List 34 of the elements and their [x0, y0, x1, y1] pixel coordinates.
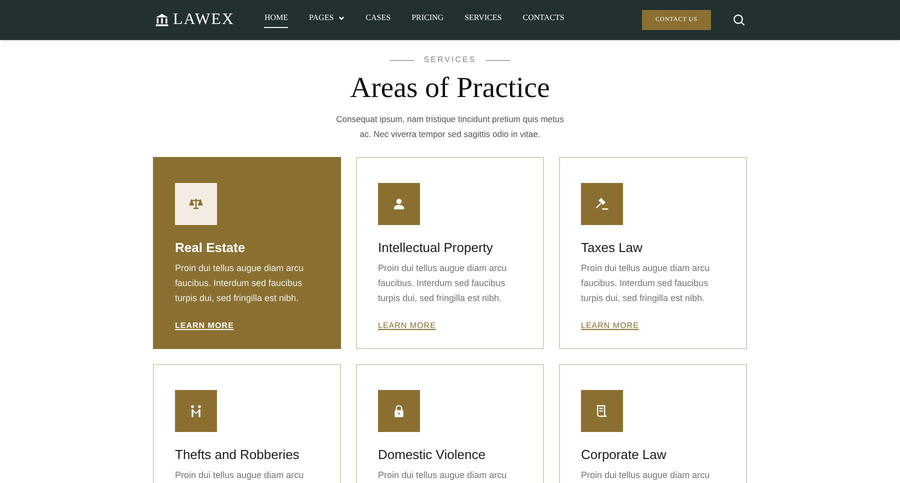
nav-link[interactable]: HOME — [264, 12, 288, 28]
section-subtitle: Consequat ipsum, nam tristique tincidunt pretium quis metus ac. Nec viverra tempor sed sagittis odio in vitae. — [335, 113, 565, 141]
scroll-icon — [595, 404, 609, 418]
learn-more-link[interactable]: LEARN MORE — [378, 320, 436, 332]
card-title: Real Estate — [175, 239, 246, 257]
lock-icon — [392, 404, 406, 418]
nav-link[interactable]: PRICING — [412, 12, 444, 28]
learn-more-link[interactable]: LEARN MORE — [175, 320, 234, 332]
columns-building-icon — [155, 13, 169, 27]
gavel-icon — [595, 197, 609, 211]
scales-icon — [189, 197, 203, 211]
card-title: Thefts and Robberies — [175, 446, 300, 464]
nav-link[interactable]: PAGES — [309, 12, 345, 28]
nav-link[interactable]: SERVICES — [464, 12, 502, 28]
nav-link[interactable]: CONTACTS — [522, 12, 564, 28]
card-title: Intellectual Property — [378, 239, 494, 257]
chevron-down-icon — [338, 14, 345, 22]
logo-text: LAWEX — [173, 10, 234, 30]
section-eyebrow: SERVICES — [424, 54, 476, 66]
learn-more-link[interactable]: LEARN MORE — [581, 320, 639, 332]
card-title: Domestic Violence — [378, 446, 486, 464]
nav-link[interactable]: CASES — [366, 12, 391, 28]
card-description: Proin dui tellus augue diam arcu — [175, 469, 305, 482]
person-icon — [392, 197, 406, 211]
people-icon — [189, 404, 203, 418]
card-title: Corporate Law — [581, 446, 668, 464]
card-description: Proin dui tellus augue diam arcu faucibus. Interdum sed faucibus turpis dui, sed fringilla est nibh. — [175, 262, 305, 305]
card-description: Proin dui tellus augue diam arcu faucibus. Interdum sed faucibus turpis dui, sed fringilla est nibh. — [378, 262, 508, 305]
search-icon[interactable] — [733, 14, 745, 26]
card-description: Proin dui tellus augue diam arcu — [378, 469, 508, 482]
card-title: Taxes Law — [581, 239, 644, 257]
card-description: Proin dui tellus augue diam arcu faucibus. Interdum sed faucibus turpis dui, sed fringilla est nibh. — [581, 262, 711, 305]
card-description: Proin dui tellus augue diam arcu — [581, 469, 711, 482]
section-title: Areas of Practice — [350, 71, 550, 106]
